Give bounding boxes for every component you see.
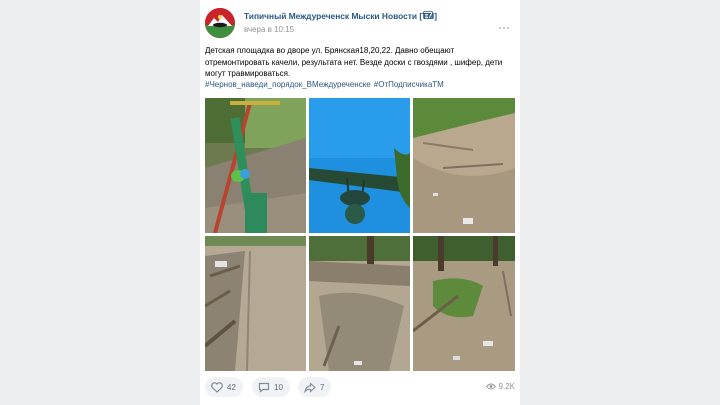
post-actions: 42 10 7 9.2K bbox=[205, 377, 515, 399]
share-button[interactable]: 7 bbox=[298, 377, 331, 397]
post-timestamp[interactable]: вчера в 10:15 bbox=[244, 25, 294, 34]
photo-boards-path[interactable] bbox=[205, 236, 306, 371]
share-count: 7 bbox=[320, 382, 325, 392]
comment-count: 10 bbox=[274, 382, 283, 392]
post-card: Типичный Междуреченск Мыски Новости [ТМ]… bbox=[200, 0, 520, 405]
group-logo-icon bbox=[205, 8, 235, 38]
hashtag-row: #Чернов_наведи_порядок_ВМеждуреченске #От… bbox=[205, 80, 515, 89]
group-avatar[interactable] bbox=[205, 8, 235, 38]
heart-icon bbox=[211, 381, 223, 393]
post-text: Детская площадка во дворе ул. Брянская18… bbox=[205, 46, 503, 78]
view-count: 9.2K bbox=[498, 382, 515, 391]
photo-swing-seat-sky[interactable] bbox=[309, 98, 410, 233]
share-arrow-icon bbox=[304, 381, 316, 393]
hashtag-link[interactable]: #ОтПодписчикаТМ bbox=[374, 80, 444, 89]
photo-grass-debris[interactable] bbox=[413, 236, 515, 371]
photo-gallery bbox=[205, 98, 515, 371]
views-counter: 9.2K bbox=[485, 382, 515, 391]
group-name-link[interactable]: Типичный Междуреченск Мыски Новости [ТМ] bbox=[244, 11, 437, 21]
photo-tree-shadow[interactable] bbox=[309, 236, 410, 371]
comment-bubble-icon bbox=[258, 382, 270, 393]
like-button[interactable]: 42 bbox=[205, 377, 243, 397]
post-header: Типичный Междуреченск Мыски Новости [ТМ]… bbox=[205, 8, 515, 38]
eye-icon bbox=[485, 383, 496, 390]
more-options-icon[interactable] bbox=[499, 16, 513, 29]
photo-ground-debris[interactable] bbox=[413, 98, 515, 233]
photo-swing-frame[interactable] bbox=[205, 98, 306, 233]
official-page-icon bbox=[423, 11, 433, 19]
like-count: 42 bbox=[227, 382, 236, 392]
hashtag-link[interactable]: #Чернов_наведи_порядок_ВМеждуреченске bbox=[205, 80, 371, 89]
comment-button[interactable]: 10 bbox=[252, 377, 290, 397]
